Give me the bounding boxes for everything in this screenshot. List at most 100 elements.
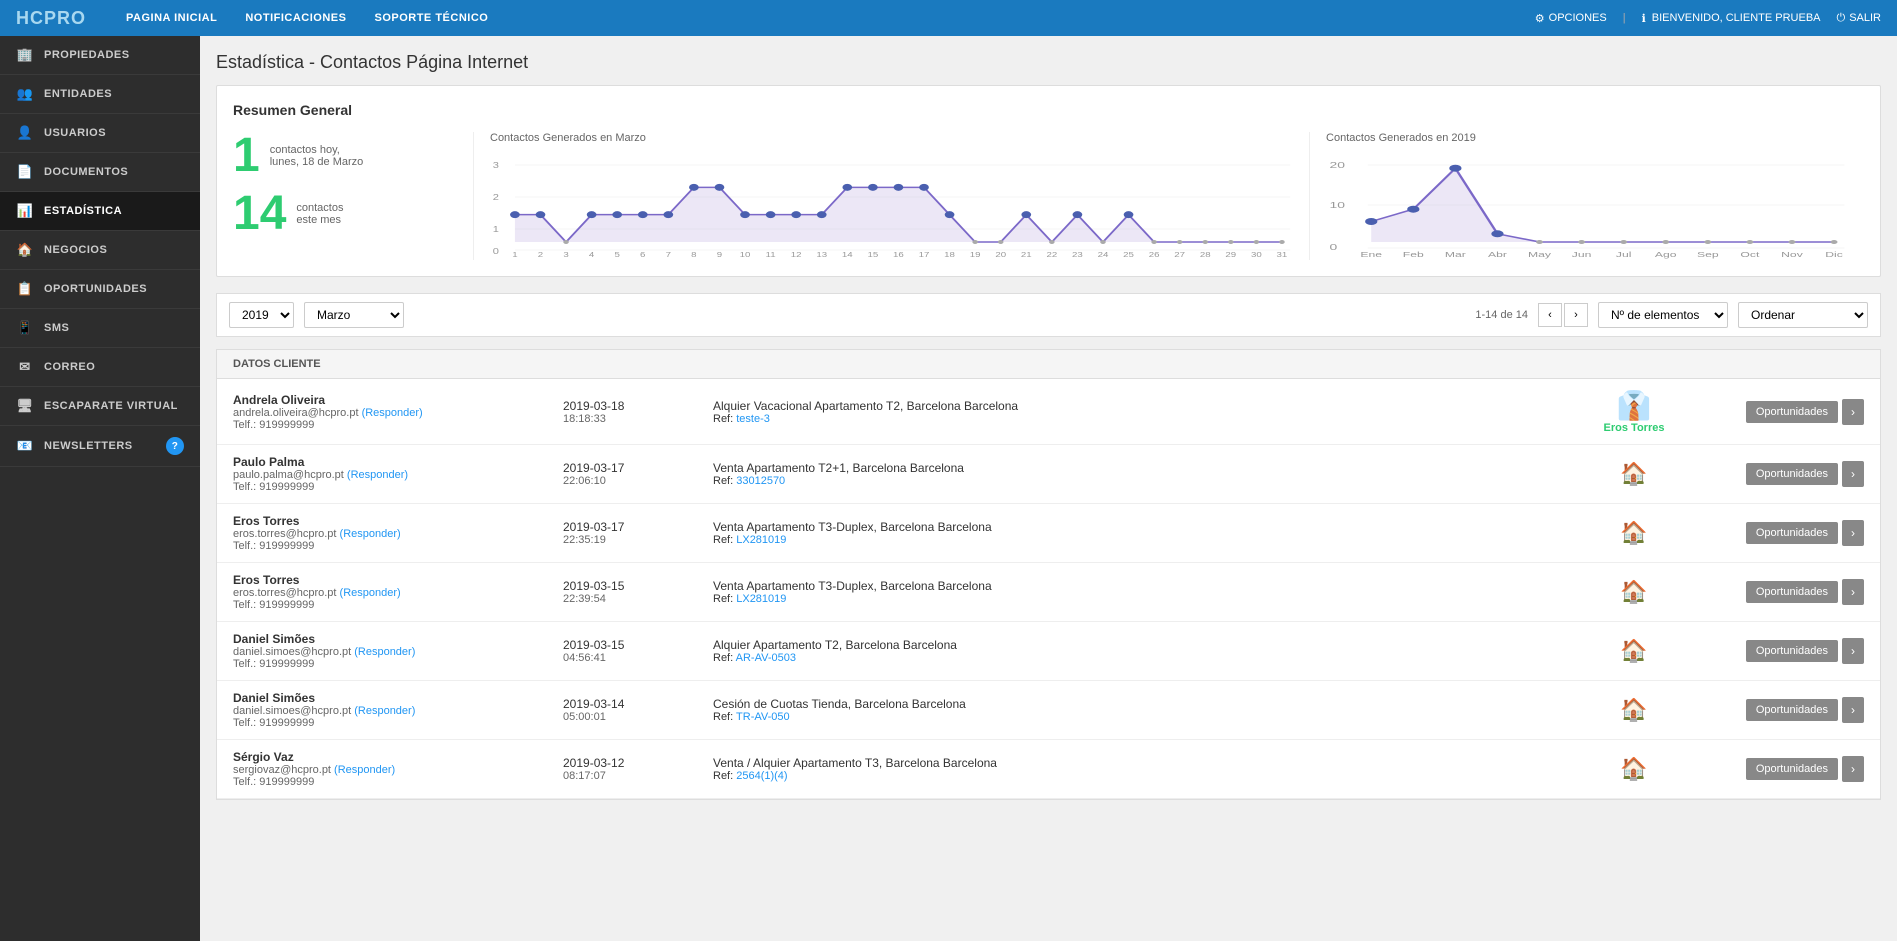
property-info: Cesión de Cuotas Tienda, Barcelona Barce… [713,697,1564,723]
time-value: 08:17:07 [563,770,703,782]
ref-link[interactable]: AR-AV-0503 [736,652,796,664]
table-row: Andrela Oliveira andrela.oliveira@hcpro.… [217,379,1880,445]
nav-home[interactable]: PAGINA INICIAL [126,12,217,24]
client-phone: Telf.: 919999999 [233,776,553,788]
contact-date: 2019-03-15 04:56:41 [563,638,703,664]
sidebar-item-entidades[interactable]: 👥 ENTIDADES [0,75,200,114]
svg-text:17: 17 [919,250,930,258]
row-detail-button[interactable]: › [1842,399,1864,425]
svg-text:11: 11 [766,250,776,258]
reply-link[interactable]: (Responder) [347,469,408,481]
oportunidades-button[interactable]: Oportunidades [1746,758,1838,780]
page-title: Estadística - Contactos Página Internet [216,52,1881,73]
client-name: Eros Torres [233,573,553,587]
user-icon: ℹ [1642,12,1646,25]
sidebar-item-correo[interactable]: ✉ CORREO [0,348,200,387]
oportunidades-button[interactable]: Oportunidades [1746,522,1838,544]
ref-link[interactable]: LX281019 [736,593,786,605]
sidebar-item-newsletters[interactable]: 📧 NEWSLETTERS ? [0,426,200,467]
client-info: Paulo Palma paulo.palma@hcpro.pt (Respon… [233,455,553,493]
logout-button[interactable]: ⏻ SALIR [1837,12,1882,25]
house-icon: 🏠 [1574,756,1694,782]
date-value: 2019-03-17 [563,461,703,475]
table-header: DATOS CLIENTE [217,350,1880,379]
year-select[interactable]: 2019 2018 2017 [229,302,294,328]
oportunidades-button[interactable]: Oportunidades [1746,699,1838,721]
client-email: paulo.palma@hcpro.pt (Responder) [233,469,553,481]
reply-link[interactable]: (Responder) [340,528,401,540]
client-email: eros.torres@hcpro.pt (Responder) [233,587,553,599]
monthly-chart-title: Contactos Generados en Marzo [490,132,1293,144]
row-detail-button[interactable]: › [1842,520,1864,546]
svg-text:30: 30 [1251,250,1262,258]
sidebar-item-label: PROPIEDADES [44,49,130,61]
yearly-chart-section: Contactos Generados en 2019 20 10 0 EneF… [1309,132,1864,260]
oportunidades-button[interactable]: Oportunidades [1746,401,1838,423]
table-row: Eros Torres eros.torres@hcpro.pt (Respon… [217,504,1880,563]
user-label: BIENVENIDO, CLIENTE PRUEBA [1652,12,1821,24]
reply-link[interactable]: (Responder) [340,587,401,599]
svg-text:Ago: Ago [1655,251,1677,259]
negocios-icon: 🏠 [16,242,34,258]
newsletters-badge: ? [166,437,184,455]
client-email: daniel.simoes@hcpro.pt (Responder) [233,705,553,717]
nav-support[interactable]: SOPORTE TÉCNICO [374,12,488,24]
order-select[interactable]: Ordenar [1738,302,1868,328]
sidebar-item-negocios[interactable]: 🏠 NEGOCIOS [0,231,200,270]
ref-link[interactable]: 2564(1)(4) [736,770,787,782]
svg-text:10: 10 [740,250,751,258]
documentos-icon: 📄 [16,164,34,180]
table-row: Daniel Simões daniel.simoes@hcpro.pt (Re… [217,681,1880,740]
sidebar-item-label: ESTADÍSTICA [44,205,122,217]
sidebar-item-documentos[interactable]: 📄 DOCUMENTOS [0,153,200,192]
reply-link[interactable]: (Responder) [334,764,395,776]
top-right: ⚙ OPCIONES | ℹ BIENVENIDO, CLIENTE PRUEB… [1535,12,1881,25]
row-detail-button[interactable]: › [1842,756,1864,782]
property-type: Venta Apartamento T2+1, Barcelona Barcel… [713,461,1564,475]
sidebar-item-label: NEGOCIOS [44,244,107,256]
ref-link[interactable]: teste-3 [736,413,770,425]
ref-link[interactable]: TR-AV-050 [736,711,790,723]
sidebar-item-label: USUARIOS [44,127,106,139]
date-value: 2019-03-15 [563,579,703,593]
pagination-buttons: ‹ › [1538,303,1588,327]
reply-link[interactable]: (Responder) [354,646,415,658]
sidebar-item-propiedades[interactable]: 🏢 PROPIEDADES [0,36,200,75]
next-page-button[interactable]: › [1564,303,1588,327]
svg-text:Feb: Feb [1403,251,1425,259]
row-detail-button[interactable]: › [1842,579,1864,605]
date-value: 2019-03-15 [563,638,703,652]
main-content: Estadística - Contactos Página Internet … [200,36,1897,941]
ref-link[interactable]: LX281019 [736,534,786,546]
property-type: Alquier Apartamento T2, Barcelona Barcel… [713,638,1564,652]
sidebar-item-estadistica[interactable]: 📊 ESTADÍSTICA [0,192,200,231]
sidebar-item-usuarios[interactable]: 👤 USUARIOS [0,114,200,153]
ref-link[interactable]: 33012570 [736,475,785,487]
svg-text:27: 27 [1174,250,1185,258]
logout-label: SALIR [1849,12,1881,24]
client-info: Sérgio Vaz sergiovaz@hcpro.pt (Responder… [233,750,553,788]
elements-select[interactable]: Nº de elementos [1598,302,1728,328]
svg-text:24: 24 [1098,250,1109,258]
month-select[interactable]: Enero Febrero Marzo Abril Mayo Junio Jul… [304,302,404,328]
sidebar-item-oportunidades[interactable]: 📋 OPORTUNIDADES [0,270,200,309]
reply-link[interactable]: (Responder) [354,705,415,717]
sidebar-item-escaparate[interactable]: 🖥 ESCAPARATE VIRTUAL [0,387,200,426]
property-info: Venta Apartamento T3-Duplex, Barcelona B… [713,579,1564,605]
nav-notifications[interactable]: NOTIFICACIONES [245,12,346,24]
prev-page-button[interactable]: ‹ [1538,303,1562,327]
options-button[interactable]: ⚙ OPCIONES [1535,12,1607,25]
oportunidades-button[interactable]: Oportunidades [1746,463,1838,485]
svg-text:31: 31 [1277,250,1288,258]
row-detail-button[interactable]: › [1842,461,1864,487]
sidebar-item-label: SMS [44,322,69,334]
row-detail-button[interactable]: › [1842,638,1864,664]
oportunidades-button[interactable]: Oportunidades [1746,581,1838,603]
svg-text:23: 23 [1072,250,1083,258]
oportunidades-button[interactable]: Oportunidades [1746,640,1838,662]
contact-date: 2019-03-14 05:00:01 [563,697,703,723]
sidebar-item-sms[interactable]: 📱 SMS [0,309,200,348]
svg-text:20: 20 [1330,162,1345,170]
reply-link[interactable]: (Responder) [362,407,423,419]
row-detail-button[interactable]: › [1842,697,1864,723]
